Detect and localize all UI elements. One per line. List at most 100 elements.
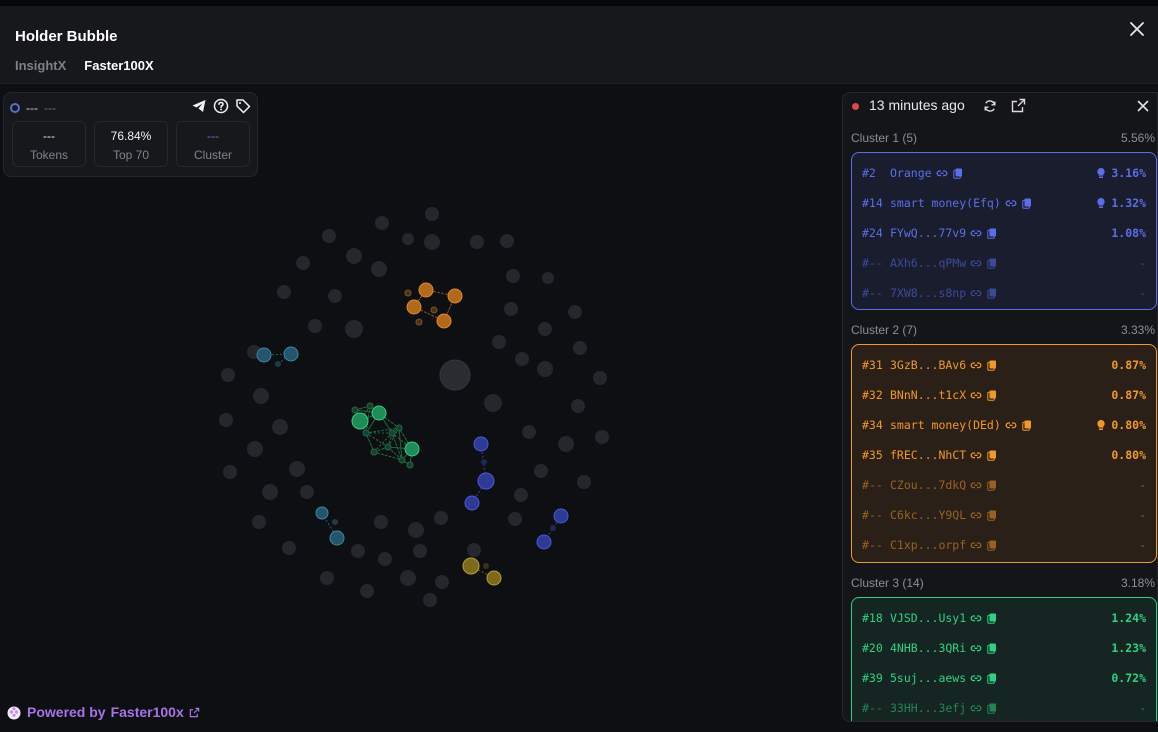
holder-bubble[interactable]: [593, 371, 607, 385]
bubble-graph[interactable]: [0, 85, 840, 732]
holder-bubble[interactable]: [320, 571, 334, 585]
cluster-bubble-blue[interactable]: [477, 472, 495, 490]
cluster-bubble-orange[interactable]: [404, 289, 412, 297]
link-icon[interactable]: [970, 449, 982, 461]
holder-bubble[interactable]: [219, 413, 233, 427]
copy-icon[interactable]: [986, 389, 998, 401]
holder-bubble[interactable]: [375, 216, 389, 230]
holder-bubble[interactable]: [515, 352, 529, 366]
cluster-bubble-green[interactable]: [384, 443, 392, 451]
holder-bubble[interactable]: [408, 522, 424, 538]
holder-bubble[interactable]: [378, 552, 392, 566]
link-icon[interactable]: [970, 509, 982, 521]
cluster-bubble-orange[interactable]: [418, 282, 434, 298]
open-external-icon[interactable]: [1011, 98, 1027, 114]
link-icon[interactable]: [970, 539, 982, 551]
holder-row[interactable]: #34 smart money(DEd) 0.80%: [862, 415, 1146, 435]
holder-bubble[interactable]: [470, 235, 484, 249]
holder-bubble[interactable]: [282, 541, 296, 555]
copy-icon[interactable]: [986, 509, 998, 521]
copy-icon[interactable]: [986, 227, 998, 239]
holder-row[interactable]: #18 VJSD...Usy1 1.24%: [862, 608, 1146, 628]
holder-bubble[interactable]: [371, 261, 387, 277]
holder-bubble[interactable]: [439, 359, 471, 391]
holder-bubble[interactable]: [538, 322, 552, 336]
cluster-bubble-blue[interactable]: [553, 508, 569, 524]
holder-bubble[interactable]: [424, 234, 440, 250]
holder-bubble[interactable]: [542, 272, 554, 284]
link-icon[interactable]: [936, 167, 948, 179]
copy-icon[interactable]: [986, 612, 998, 624]
powered-by-link[interactable]: Powered by Faster100x: [6, 704, 200, 720]
holder-bubble[interactable]: [423, 593, 437, 607]
holder-bubble[interactable]: [253, 388, 269, 404]
holder-bubble[interactable]: [514, 488, 528, 502]
holder-row[interactable]: #-- C6kc...Y9QL -: [862, 505, 1146, 525]
holder-bubble[interactable]: [534, 464, 548, 478]
link-icon[interactable]: [1005, 419, 1017, 431]
holder-bubble[interactable]: [328, 289, 342, 303]
holder-bubble[interactable]: [434, 511, 448, 525]
copy-icon[interactable]: [952, 167, 964, 179]
holder-bubble[interactable]: [537, 361, 553, 377]
copy-icon[interactable]: [986, 539, 998, 551]
link-icon[interactable]: [970, 612, 982, 624]
tag-icon[interactable]: [235, 98, 251, 114]
holder-bubble[interactable]: [492, 335, 506, 349]
holder-row[interactable]: #32 BNnN...t1cX 0.87%: [862, 385, 1146, 405]
link-icon[interactable]: [970, 227, 982, 239]
holder-bubble[interactable]: [568, 305, 582, 319]
holder-bubble[interactable]: [558, 436, 574, 452]
cluster-bubble-orange[interactable]: [447, 288, 463, 304]
holder-bubble[interactable]: [289, 461, 305, 477]
panel-close-icon[interactable]: [1137, 96, 1149, 117]
telegram-icon[interactable]: [191, 98, 207, 114]
holder-row[interactable]: #35 fREC...NhCT 0.80%: [862, 445, 1146, 465]
holder-bubble[interactable]: [500, 234, 514, 248]
cluster-bubble-yellow[interactable]: [486, 570, 502, 586]
cluster-bubble-green[interactable]: [404, 441, 420, 457]
cluster-bubble-orange[interactable]: [436, 313, 452, 329]
holder-row[interactable]: #-- 33HH...3efj -: [862, 698, 1146, 718]
holder-bubble[interactable]: [425, 207, 439, 221]
holder-bubble[interactable]: [308, 319, 322, 333]
copy-icon[interactable]: [986, 257, 998, 269]
cluster-bubble-blue[interactable]: [464, 495, 480, 511]
cluster-bubble-cyan[interactable]: [315, 506, 329, 520]
close-icon[interactable]: [1128, 20, 1146, 38]
cluster-bubble-orange[interactable]: [406, 299, 422, 315]
cluster-bubble-blue[interactable]: [536, 534, 552, 550]
holder-bubble[interactable]: [484, 394, 502, 412]
holder-bubble[interactable]: [223, 465, 237, 479]
cluster-bubble-green[interactable]: [362, 429, 370, 437]
holder-row[interactable]: #-- CZou...7dkQ -: [862, 475, 1146, 495]
holder-bubble[interactable]: [374, 515, 388, 529]
copy-icon[interactable]: [986, 642, 998, 654]
link-icon[interactable]: [970, 257, 982, 269]
holder-row[interactable]: #39 5suj...aews 0.72%: [862, 668, 1146, 688]
link-icon[interactable]: [970, 672, 982, 684]
cluster-bubble-blue[interactable]: [473, 436, 489, 452]
holder-bubble[interactable]: [300, 485, 314, 499]
copy-icon[interactable]: [986, 672, 998, 684]
link-icon[interactable]: [970, 642, 982, 654]
refresh-icon[interactable]: [983, 99, 999, 115]
copy-icon[interactable]: [986, 359, 998, 371]
cluster-bubble-blue[interactable]: [481, 459, 487, 465]
holder-row[interactable]: #-- 7XW8...s8np -: [862, 283, 1146, 303]
cluster-bubble-green[interactable]: [366, 402, 374, 410]
cluster-bubble-cyan[interactable]: [332, 519, 338, 525]
cluster-bubble-cyan[interactable]: [275, 361, 281, 367]
copy-icon[interactable]: [1021, 197, 1033, 209]
holder-bubble[interactable]: [252, 515, 266, 529]
holder-bubble[interactable]: [346, 248, 362, 264]
holder-bubble[interactable]: [322, 229, 336, 243]
copy-icon[interactable]: [986, 449, 998, 461]
link-icon[interactable]: [970, 359, 982, 371]
holder-bubble[interactable]: [467, 543, 481, 557]
cluster-bubble-green[interactable]: [351, 412, 369, 430]
cluster-bubble-cyan[interactable]: [256, 347, 272, 363]
cluster-bubble-cyan[interactable]: [283, 346, 299, 362]
link-icon[interactable]: [970, 389, 982, 401]
cluster-bubble-cyan[interactable]: [329, 530, 345, 546]
